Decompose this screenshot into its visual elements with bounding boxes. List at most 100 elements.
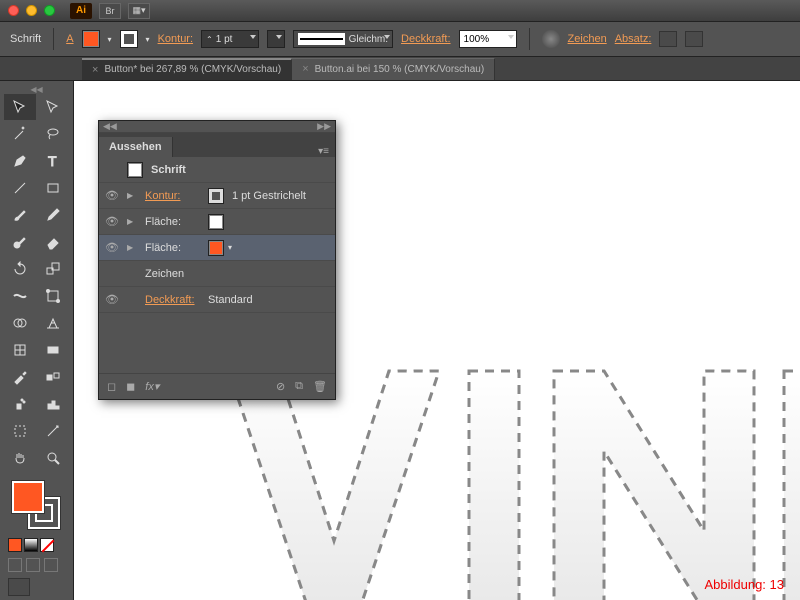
stroke-detail: 1 pt Gestrichelt [232, 190, 306, 202]
none-mode-button[interactable] [40, 538, 54, 552]
width-tool[interactable] [4, 283, 36, 309]
close-window-button[interactable] [8, 5, 19, 16]
stroke-profile-dropdown[interactable] [267, 30, 285, 48]
visibility-icon[interactable]: 👁 [105, 189, 119, 202]
symbol-sprayer-tool[interactable] [4, 391, 36, 417]
appearance-row-fill[interactable]: 👁 ▶ Fläche: [99, 209, 335, 235]
add-effect-icon[interactable]: fx▾ [145, 380, 159, 393]
figure-label: Abbildung: 13 [704, 577, 784, 592]
screen-mode-button[interactable] [8, 578, 30, 596]
new-stroke-icon[interactable]: ◻ [107, 380, 116, 393]
close-tab-icon[interactable]: × [302, 63, 308, 75]
appearance-list: Schrift 👁 ▶ Kontur: 1 pt Gestrichelt 👁 ▶… [99, 157, 335, 373]
stroke-link[interactable]: Kontur: [158, 33, 193, 45]
toolbox: ◀◀ T [0, 81, 74, 600]
appearance-row-fill-selected[interactable]: 👁 ▶ Fläche: ▾ [99, 235, 335, 261]
minimize-window-button[interactable] [26, 5, 37, 16]
recolor-button[interactable] [542, 30, 560, 48]
app-icon: Ai [70, 3, 92, 19]
stroke-label[interactable]: Kontur: [145, 190, 200, 202]
eraser-tool[interactable] [37, 229, 69, 255]
window-titlebar: Ai Br ▦▾ [0, 0, 800, 22]
slice-tool[interactable] [37, 418, 69, 444]
fill-stroke-control[interactable] [4, 479, 69, 502]
paragraph-link[interactable]: Absatz: [615, 33, 652, 45]
appearance-row-type[interactable]: Schrift [99, 157, 335, 183]
eyedropper-tool[interactable] [4, 364, 36, 390]
line-tool[interactable] [4, 175, 36, 201]
appearance-tab[interactable]: Aussehen [99, 137, 173, 157]
fill-color-icon[interactable] [12, 481, 44, 513]
selection-tool[interactable] [4, 94, 36, 120]
control-bar: Schrift A ▾ ▾ Kontur: ⌃1 pt Gleichm. Dec… [0, 22, 800, 57]
mesh-tool[interactable] [4, 337, 36, 363]
shape-builder-tool[interactable] [4, 310, 36, 336]
hand-tool[interactable] [4, 445, 36, 471]
direct-selection-tool[interactable] [37, 94, 69, 120]
rotate-tool[interactable] [4, 256, 36, 282]
panel-grip[interactable]: ◀◀▶▶ [99, 121, 335, 133]
disclosure-icon[interactable]: ▶ [127, 217, 137, 226]
clear-appearance-icon[interactable]: ⊘ [276, 380, 285, 393]
fill-swatch[interactable] [82, 30, 100, 48]
document-tab[interactable]: × Button.ai bei 150 % (CMYK/Vorschau) [292, 58, 495, 80]
type-tool[interactable]: T [37, 148, 69, 174]
align-left-button[interactable] [659, 31, 677, 47]
character-link[interactable]: Zeichen [568, 33, 607, 45]
document-tabs: × Button* bei 267,89 % (CMYK/Vorschau) ×… [0, 57, 800, 81]
tab-label: Button.ai bei 150 % (CMYK/Vorschau) [315, 64, 485, 75]
duplicate-icon[interactable]: ⧉ [295, 380, 303, 393]
stroke-swatch[interactable] [120, 30, 138, 48]
perspective-grid-tool[interactable] [37, 310, 69, 336]
layout-button[interactable]: ▦▾ [128, 3, 150, 19]
stroke-weight-input[interactable]: ⌃1 pt [201, 30, 259, 48]
color-mode-button[interactable] [8, 538, 22, 552]
svg-text:T: T [48, 153, 57, 169]
visibility-icon[interactable]: 👁 [105, 215, 119, 228]
draw-behind-button[interactable] [26, 558, 40, 572]
gradient-tool[interactable] [37, 337, 69, 363]
draw-normal-button[interactable] [8, 558, 22, 572]
close-tab-icon[interactable]: × [92, 64, 98, 76]
align-center-button[interactable] [685, 31, 703, 47]
panel-footer: ◻ ◼ fx▾ ⊘ ⧉ 🗑 [99, 373, 335, 399]
visibility-icon[interactable]: 👁 [105, 241, 119, 254]
panel-menu-icon[interactable]: ▾≡ [318, 146, 329, 157]
appearance-row-opacity[interactable]: 👁 Deckkraft: Standard [99, 287, 335, 313]
appearance-row-stroke[interactable]: 👁 ▶ Kontur: 1 pt Gestrichelt [99, 183, 335, 209]
new-fill-icon[interactable]: ◼ [126, 380, 135, 393]
fill-swatch-icon[interactable] [208, 214, 224, 230]
stroke-style-dropdown[interactable]: Gleichm. [293, 30, 393, 48]
pen-tool[interactable] [4, 148, 36, 174]
opacity-label[interactable]: Deckkraft: [145, 294, 200, 306]
lasso-tool[interactable] [37, 121, 69, 147]
zoom-tool[interactable] [37, 445, 69, 471]
char-icon[interactable]: A [66, 33, 73, 45]
appearance-row-characters[interactable]: Zeichen [99, 261, 335, 287]
disclosure-icon[interactable]: ▶ [127, 191, 137, 200]
paintbrush-tool[interactable] [4, 202, 36, 228]
blob-brush-tool[interactable] [4, 229, 36, 255]
gradient-mode-button[interactable] [24, 538, 38, 552]
delete-icon[interactable]: 🗑 [313, 380, 327, 393]
disclosure-icon[interactable]: ▶ [127, 243, 137, 252]
fill-swatch-icon[interactable] [208, 240, 224, 256]
free-transform-tool[interactable] [37, 283, 69, 309]
pencil-tool[interactable] [37, 202, 69, 228]
stroke-swatch-icon[interactable] [208, 188, 224, 204]
appearance-panel: ◀◀▶▶ Aussehen ▾≡ Schrift 👁 ▶ Kontur: 1 p… [98, 120, 336, 400]
opacity-input[interactable]: 100% [459, 30, 517, 48]
magic-wand-tool[interactable] [4, 121, 36, 147]
column-graph-tool[interactable] [37, 391, 69, 417]
artboard-tool[interactable] [4, 418, 36, 444]
opacity-link[interactable]: Deckkraft: [401, 33, 451, 45]
visibility-icon[interactable]: 👁 [105, 293, 119, 306]
document-tab[interactable]: × Button* bei 267,89 % (CMYK/Vorschau) [82, 58, 292, 80]
draw-inside-button[interactable] [44, 558, 58, 572]
zoom-window-button[interactable] [44, 5, 55, 16]
scale-tool[interactable] [37, 256, 69, 282]
bridge-button[interactable]: Br [99, 3, 121, 19]
type-swatch-icon [127, 162, 143, 178]
blend-tool[interactable] [37, 364, 69, 390]
rectangle-tool[interactable] [37, 175, 69, 201]
